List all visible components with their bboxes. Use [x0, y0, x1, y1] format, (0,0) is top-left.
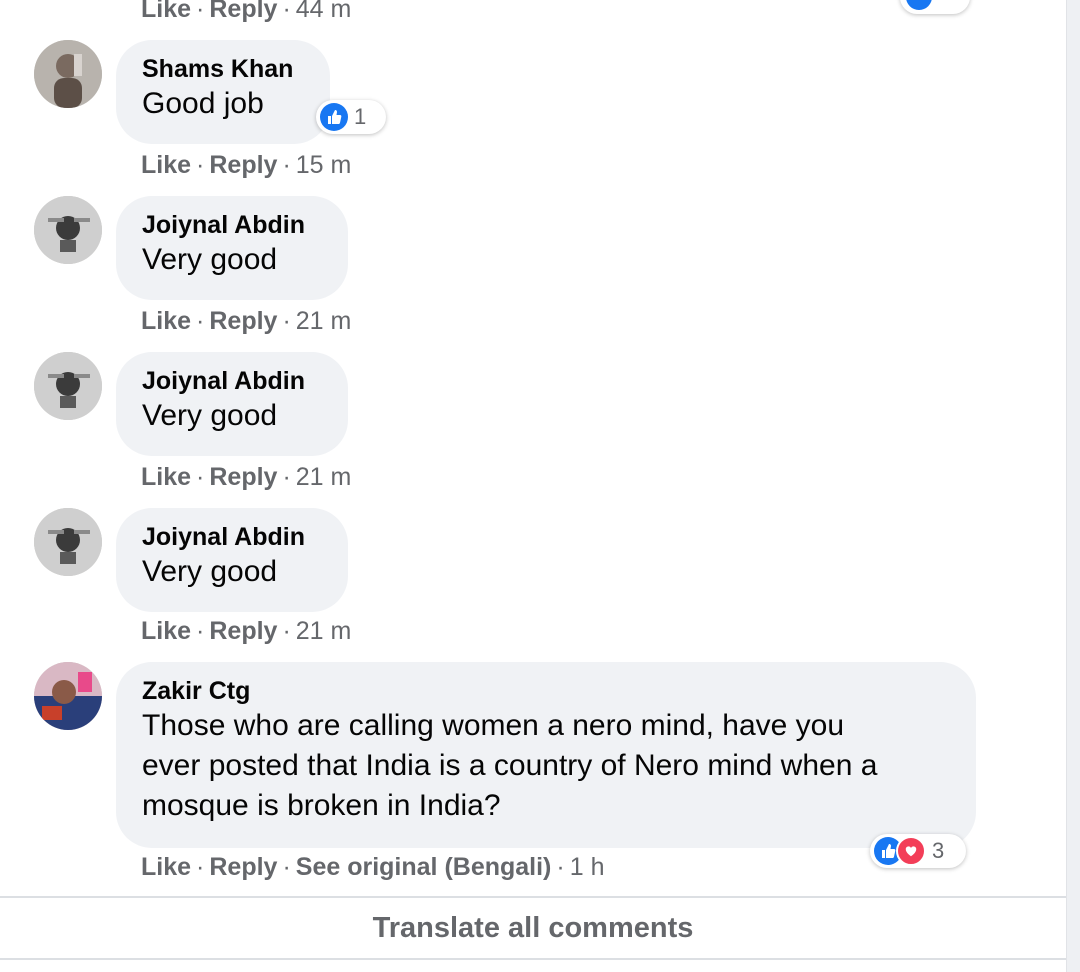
reaction-summary[interactable]: 3	[870, 834, 966, 868]
avatar[interactable]	[34, 662, 102, 730]
comment-time[interactable]: 15 m	[296, 151, 352, 179]
like-link[interactable]: Like	[141, 617, 191, 645]
reply-link[interactable]: Reply	[209, 151, 277, 179]
comment-time[interactable]: 21 m	[296, 617, 352, 645]
comment-bubble: Joiynal Abdin Very good	[116, 352, 348, 456]
like-link[interactable]: Like	[141, 0, 191, 23]
reply-link[interactable]: Reply	[209, 307, 277, 335]
comment-text-line: ever posted that India is a country of N…	[142, 749, 878, 782]
scrollbar-track[interactable]	[1066, 0, 1080, 972]
like-reaction-icon	[906, 0, 932, 10]
comment-bubble: Shams Khan Good job	[116, 40, 330, 144]
comment-text-line: mosque is broken in India?	[142, 789, 501, 822]
comment-bubble: Joiynal Abdin Very good	[116, 508, 348, 612]
comment-text: Very good	[142, 399, 278, 432]
reply-link[interactable]: Reply	[209, 463, 277, 491]
avatar[interactable]	[34, 352, 102, 420]
heart-icon	[896, 836, 926, 866]
comment-author[interactable]: Zakir Ctg	[142, 676, 950, 706]
comment-time[interactable]: 21 m	[296, 307, 352, 335]
reply-link[interactable]: Reply	[209, 0, 277, 23]
translate-all-button[interactable]: Translate all comments	[0, 896, 1066, 960]
translate-all-label: Translate all comments	[372, 911, 694, 944]
avatar[interactable]	[34, 40, 102, 108]
comment-text: Good job	[142, 87, 264, 120]
comment-text: Very good	[142, 243, 278, 276]
top-reaction-pill-partial[interactable]	[900, 0, 970, 14]
comment-author[interactable]: Joiynal Abdin	[142, 366, 322, 396]
thumbs-up-icon	[320, 103, 348, 131]
like-link[interactable]: Like	[141, 151, 191, 179]
reaction-count: 3	[932, 838, 945, 863]
like-link[interactable]: Like	[141, 463, 191, 491]
comment-actions: Like · Reply · 21 m	[141, 617, 352, 645]
reply-link[interactable]: Reply	[209, 853, 277, 881]
comment-author[interactable]: Joiynal Abdin	[142, 210, 322, 240]
comment-bubble: Joiynal Abdin Very good	[116, 196, 348, 300]
avatar[interactable]	[34, 196, 102, 264]
reply-link[interactable]: Reply	[209, 617, 277, 645]
see-original-link[interactable]: See original (Bengali)	[296, 853, 552, 881]
comment-author[interactable]: Shams Khan	[142, 54, 304, 84]
like-link[interactable]: Like	[141, 853, 191, 881]
comment-actions: Like · Reply · See original (Bengali) · 1 h	[141, 853, 605, 881]
comment-actions: Like · Reply · 15 m	[141, 151, 352, 179]
comment-actions: Like · Reply · 21 m	[141, 463, 352, 491]
comment-text: Very good	[142, 555, 278, 588]
comment-time[interactable]: 1 h	[570, 853, 605, 881]
like-link[interactable]: Like	[141, 307, 191, 335]
top-comment-actions: Like · Reply · 44 m	[141, 0, 351, 24]
reaction-count: 1	[354, 104, 367, 129]
comment-author[interactable]: Joiynal Abdin	[142, 522, 322, 552]
comment-time[interactable]: 21 m	[296, 463, 352, 491]
reaction-summary[interactable]: 1	[316, 100, 386, 134]
comment-text-line: Those who are calling women a nero mind,…	[142, 709, 845, 742]
comment-bubble: Zakir Ctg Those who are calling women a …	[116, 662, 976, 848]
comment-time[interactable]: 44 m	[296, 0, 352, 23]
comment-actions: Like · Reply · 21 m	[141, 307, 352, 335]
avatar[interactable]	[34, 508, 102, 576]
